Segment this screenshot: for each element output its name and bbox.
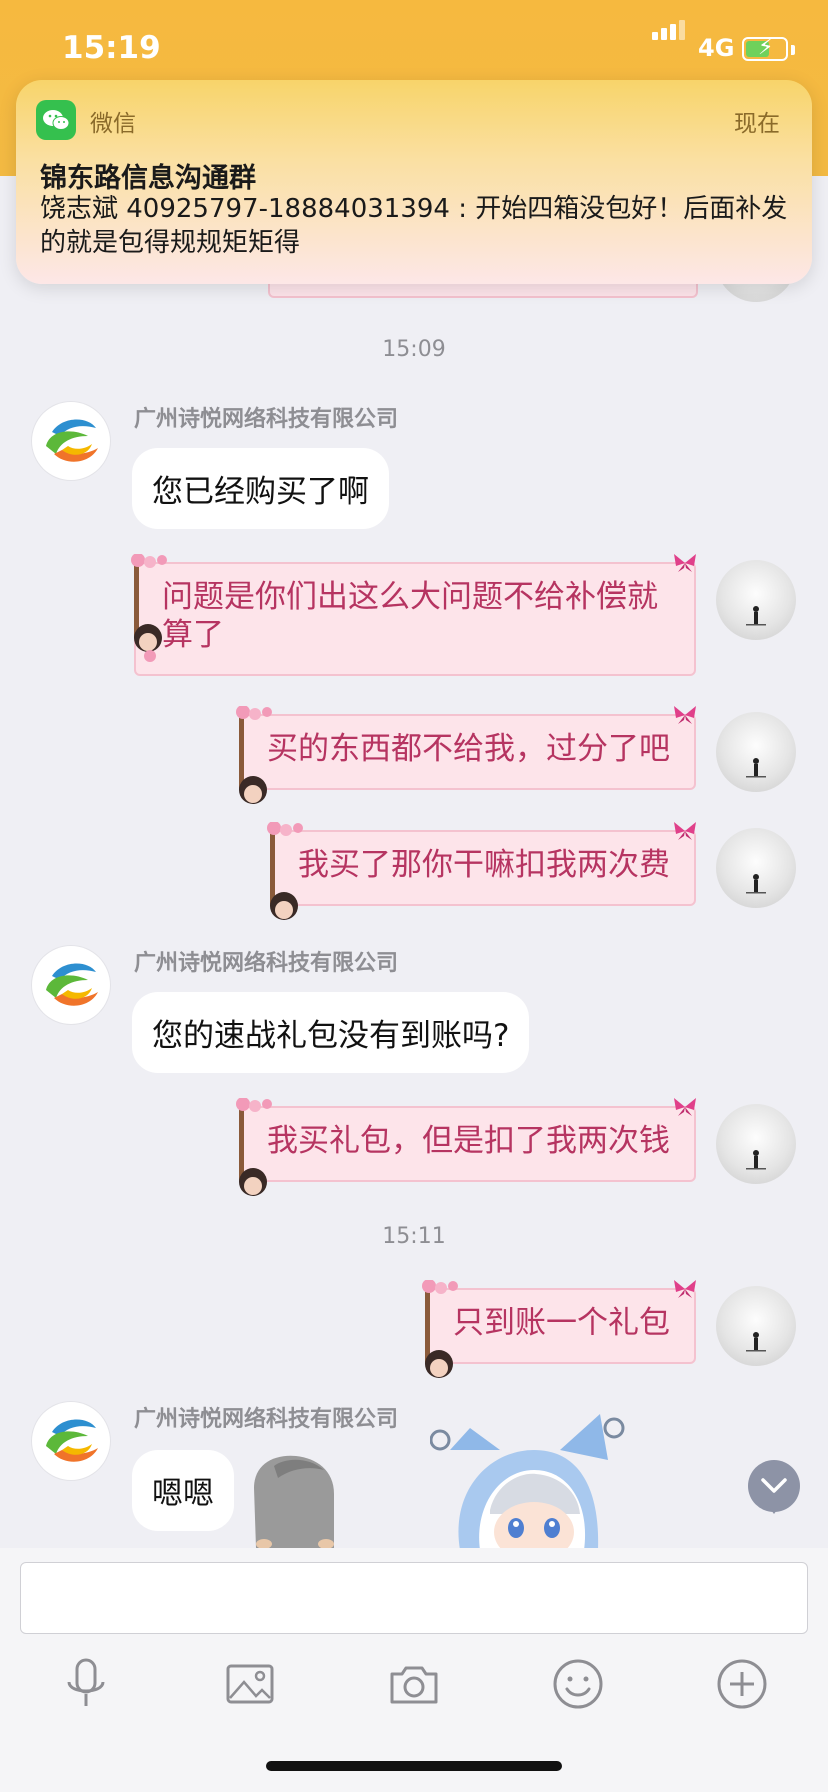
sticker-gray-figure: [254, 1455, 334, 1548]
silhouette-icon: [746, 1332, 766, 1352]
merchant-avatar[interactable]: [32, 946, 110, 1024]
emoji-icon[interactable]: [550, 1656, 606, 1712]
battery-icon: ⚡: [742, 35, 788, 61]
butterfly-icon: [674, 822, 696, 840]
chevron-down-icon: [761, 1478, 787, 1493]
silhouette-icon: [746, 874, 766, 894]
notification-app-name: 微信: [90, 111, 136, 137]
message-input[interactable]: [20, 1562, 808, 1634]
butterfly-icon: [674, 554, 696, 572]
time-divider: 15:09: [382, 337, 446, 362]
sender-name: 广州诗悦网络科技有限公司: [134, 407, 399, 432]
merchant-logo-icon: [46, 1419, 98, 1462]
self-avatar[interactable]: [716, 560, 796, 640]
self-avatar[interactable]: [716, 828, 796, 908]
scroll-button-tail: [768, 1506, 780, 1514]
merchant-avatar[interactable]: [32, 402, 110, 480]
merchant-avatar[interactable]: [32, 1402, 110, 1480]
message-text: 问题是你们出这么大问题不给补偿就算了: [162, 579, 658, 653]
image-icon[interactable]: [222, 1656, 278, 1712]
wechat-icon: [36, 100, 76, 140]
message-bubble-incoming[interactable]: 您已经购买了啊: [132, 448, 389, 529]
message-text: 只到账一个礼包: [453, 1305, 670, 1341]
sender-name: 广州诗悦网络科技有限公司: [134, 951, 399, 976]
sender-name: 广州诗悦网络科技有限公司: [134, 1407, 399, 1432]
message-bubble-outgoing[interactable]: 买的东西都不给我，过分了吧: [236, 706, 696, 804]
sticker-anime-character: [430, 1414, 625, 1550]
silhouette-icon: [746, 758, 766, 778]
message-bubble-incoming[interactable]: 嗯嗯: [132, 1450, 234, 1531]
silhouette-icon: [746, 1150, 766, 1170]
notification-title: 锦东路信息沟通群: [40, 163, 256, 194]
battery-cap: [791, 45, 795, 55]
message-bubble-outgoing[interactable]: 问题是你们出这么大问题不给补偿就算了: [131, 554, 696, 676]
message-bubble-outgoing[interactable]: 我买礼包，但是扣了我两次钱: [236, 1098, 696, 1196]
wechat-notification-banner[interactable]: 微信 现在 锦东路信息沟通群 饶志斌 40925797-18884031394 …: [16, 80, 812, 284]
message-text: 我买了那你干嘛扣我两次费: [298, 847, 670, 883]
time-divider: 15:11: [382, 1224, 446, 1249]
butterfly-icon: [674, 706, 696, 724]
butterfly-icon: [674, 1098, 696, 1116]
self-avatar[interactable]: [716, 1104, 796, 1184]
composer-area: [0, 1548, 828, 1792]
charging-bolt-icon: ⚡: [758, 35, 774, 60]
message-bubble-outgoing[interactable]: 我买了那你干嘛扣我两次费: [267, 822, 696, 920]
notification-body: 饶志斌 40925797-18884031394 : 开始四箱没包好！后面补发的…: [40, 194, 788, 258]
scroll-to-bottom-button[interactable]: [748, 1460, 800, 1512]
merchant-logo-icon: [46, 419, 98, 462]
camera-icon[interactable]: [386, 1656, 442, 1712]
message-text: 买的东西都不给我，过分了吧: [267, 731, 670, 767]
home-indicator[interactable]: [266, 1761, 562, 1771]
butterfly-icon: [674, 1280, 696, 1298]
plus-icon[interactable]: [714, 1656, 770, 1712]
message-bubble-outgoing[interactable]: 只到账一个礼包: [422, 1280, 696, 1378]
status-time: 15:19: [62, 30, 161, 66]
message-bubble-incoming[interactable]: 您的速战礼包没有到账吗?: [132, 992, 530, 1073]
microphone-icon[interactable]: [58, 1656, 114, 1712]
self-avatar[interactable]: [716, 1286, 796, 1366]
message-text: 我买礼包，但是扣了我两次钱: [267, 1123, 670, 1159]
notification-time: 现在: [734, 111, 780, 137]
silhouette-icon: [746, 606, 766, 626]
self-avatar[interactable]: [716, 712, 796, 792]
merchant-logo-icon: [46, 963, 98, 1006]
network-type: 4G: [698, 34, 735, 62]
